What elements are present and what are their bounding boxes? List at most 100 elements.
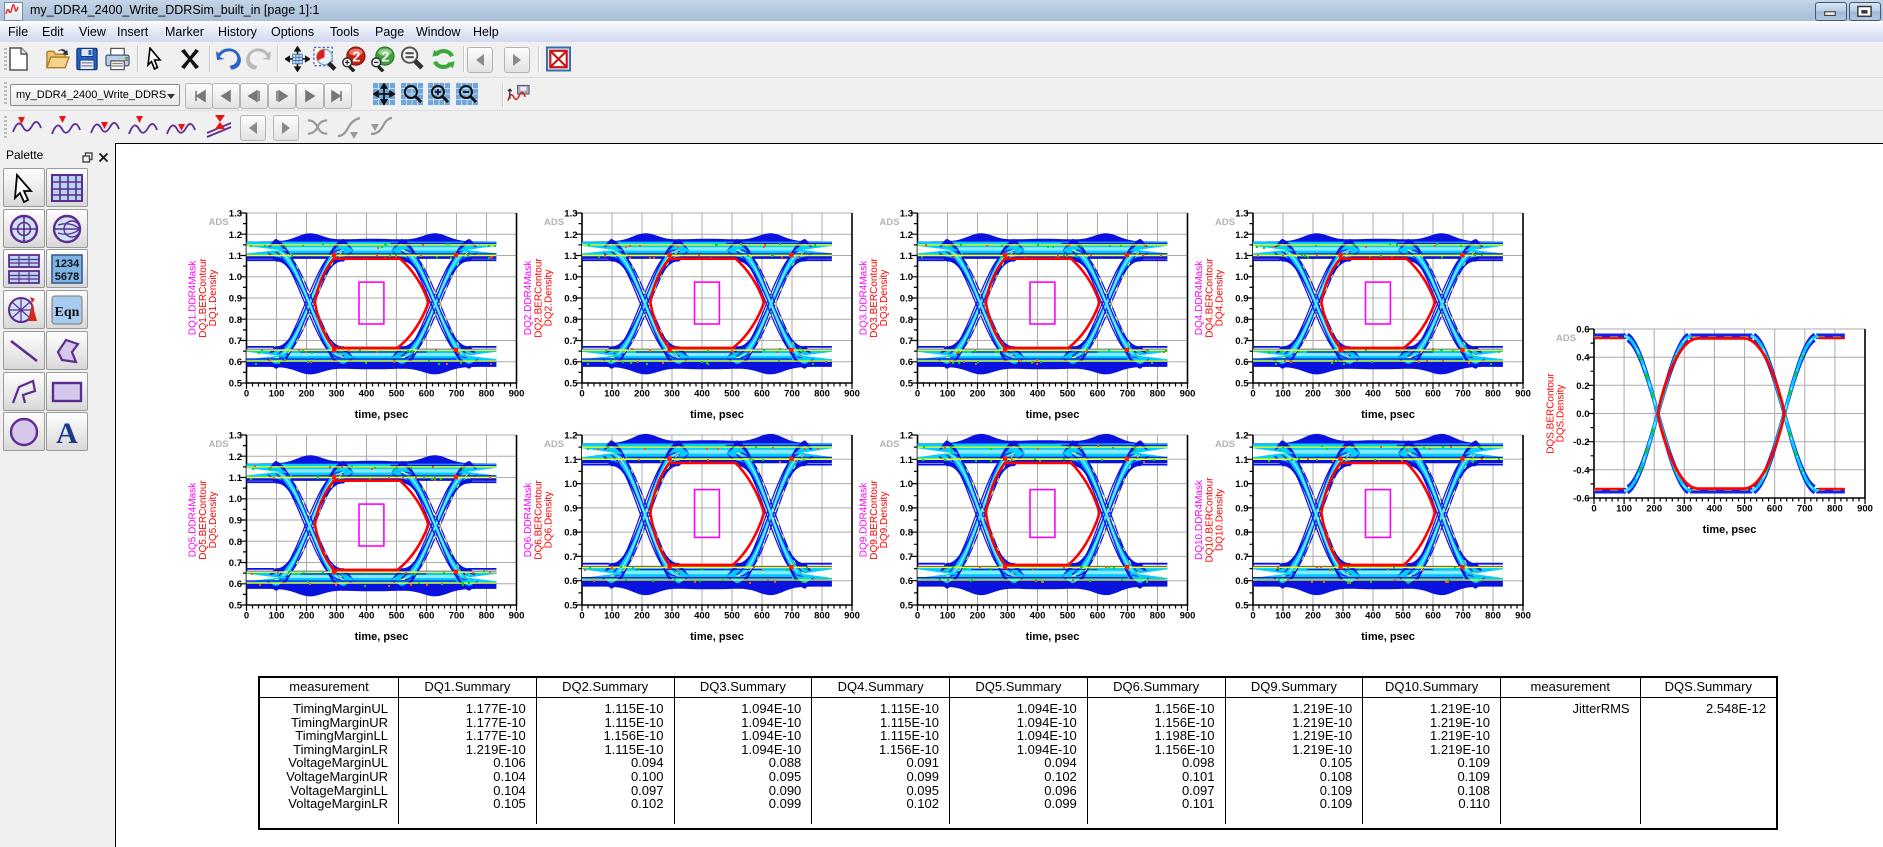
svg-text:0.4: 0.4: [1576, 353, 1590, 364]
svg-text:0.5: 0.5: [1235, 379, 1249, 390]
svg-text:700: 700: [1120, 611, 1136, 622]
svg-text:300: 300: [1335, 389, 1351, 400]
svg-text:600: 600: [1090, 389, 1106, 400]
svg-text:0.8: 0.8: [900, 528, 913, 539]
svg-text:0.9: 0.9: [900, 294, 913, 305]
svg-text:0.6: 0.6: [1235, 576, 1248, 587]
svg-text:0.7: 0.7: [1235, 336, 1248, 347]
svg-text:0.9: 0.9: [1235, 294, 1248, 305]
svg-text:DQ6.Density: DQ6.Density: [544, 492, 555, 549]
svg-text:ADS: ADS: [880, 439, 900, 450]
svg-text:1.2: 1.2: [564, 431, 577, 442]
svg-text:600: 600: [1767, 504, 1783, 515]
svg-text:800: 800: [1485, 611, 1501, 622]
svg-text:400: 400: [1365, 611, 1381, 622]
svg-text:400: 400: [694, 389, 710, 400]
svg-text:1.2: 1.2: [229, 452, 242, 463]
svg-text:200: 200: [634, 389, 650, 400]
svg-text:0.8: 0.8: [564, 528, 577, 539]
svg-text:0.8: 0.8: [1235, 315, 1248, 326]
svg-text:400: 400: [1030, 611, 1046, 622]
svg-text:900: 900: [509, 611, 525, 622]
svg-text:DQS.Density: DQS.Density: [1556, 385, 1567, 443]
svg-text:1.2: 1.2: [900, 431, 913, 442]
svg-text:0: 0: [1250, 611, 1255, 622]
svg-text:400: 400: [1030, 389, 1046, 400]
svg-text:1.1: 1.1: [229, 251, 243, 262]
svg-text:DQ5.Density: DQ5.Density: [208, 492, 219, 549]
svg-text:600: 600: [1425, 389, 1441, 400]
svg-text:-0.2: -0.2: [1573, 437, 1589, 448]
svg-text:200: 200: [970, 389, 986, 400]
svg-text:500: 500: [1060, 611, 1076, 622]
svg-text:900: 900: [1515, 389, 1531, 400]
svg-text:0.9: 0.9: [900, 503, 913, 514]
svg-text:DQ10.Density: DQ10.Density: [1215, 489, 1226, 551]
svg-text:700: 700: [784, 389, 800, 400]
svg-text:1.1: 1.1: [1235, 251, 1249, 262]
svg-text:500: 500: [724, 611, 740, 622]
svg-text:0.5: 0.5: [1235, 601, 1249, 612]
svg-text:500: 500: [1060, 389, 1076, 400]
svg-text:200: 200: [1305, 389, 1321, 400]
svg-text:400: 400: [1365, 389, 1381, 400]
svg-text:-0.4: -0.4: [1573, 465, 1590, 476]
svg-text:300: 300: [664, 611, 680, 622]
svg-text:100: 100: [1616, 504, 1632, 515]
svg-text:300: 300: [329, 611, 345, 622]
svg-text:DQ2.Density: DQ2.Density: [544, 270, 555, 327]
svg-text:0.5: 0.5: [900, 601, 914, 612]
svg-text:500: 500: [389, 389, 405, 400]
svg-text:1.0: 1.0: [564, 272, 577, 283]
svg-text:400: 400: [359, 611, 375, 622]
svg-text:900: 900: [844, 389, 860, 400]
svg-text:700: 700: [784, 611, 800, 622]
svg-text:500: 500: [389, 611, 405, 622]
svg-text:800: 800: [479, 611, 495, 622]
svg-text:0.0: 0.0: [1576, 409, 1589, 420]
svg-text:time, psec: time, psec: [1361, 409, 1415, 421]
svg-text:0.6: 0.6: [564, 576, 577, 587]
svg-text:0.8: 0.8: [229, 315, 242, 326]
svg-text:300: 300: [664, 389, 680, 400]
svg-text:200: 200: [299, 389, 315, 400]
svg-text:800: 800: [814, 611, 830, 622]
svg-text:0.2: 0.2: [1576, 381, 1589, 392]
svg-text:DQ9.Density: DQ9.Density: [879, 492, 890, 549]
svg-text:0: 0: [915, 611, 920, 622]
svg-text:0.8: 0.8: [900, 315, 913, 326]
svg-text:600: 600: [1090, 611, 1106, 622]
svg-text:700: 700: [1455, 611, 1471, 622]
svg-text:600: 600: [754, 611, 770, 622]
svg-text:1.0: 1.0: [900, 479, 913, 490]
svg-text:1.1: 1.1: [1235, 455, 1249, 466]
svg-text:600: 600: [419, 389, 435, 400]
svg-text:0.5: 0.5: [564, 601, 578, 612]
svg-text:800: 800: [1150, 389, 1166, 400]
svg-text:ADS: ADS: [544, 217, 564, 228]
svg-text:0.7: 0.7: [1235, 552, 1248, 563]
svg-text:100: 100: [1275, 611, 1291, 622]
svg-text:800: 800: [1485, 389, 1501, 400]
svg-text:ADS: ADS: [544, 439, 564, 450]
svg-text:-0.6: -0.6: [1573, 494, 1589, 505]
svg-text:1.1: 1.1: [564, 251, 578, 262]
svg-text:time, psec: time, psec: [1026, 631, 1080, 643]
svg-text:900: 900: [1515, 611, 1531, 622]
svg-text:800: 800: [814, 389, 830, 400]
svg-text:0.6: 0.6: [1235, 357, 1248, 368]
svg-text:800: 800: [479, 389, 495, 400]
svg-text:0: 0: [579, 611, 584, 622]
svg-text:1.3: 1.3: [229, 209, 242, 220]
svg-text:1.2: 1.2: [229, 230, 242, 241]
svg-text:ADS: ADS: [1215, 217, 1235, 228]
svg-text:time, psec: time, psec: [690, 409, 744, 421]
svg-text:1.0: 1.0: [229, 272, 242, 283]
svg-text:0.5: 0.5: [229, 601, 243, 612]
svg-text:100: 100: [269, 389, 285, 400]
svg-text:0.9: 0.9: [564, 294, 577, 305]
svg-text:500: 500: [724, 389, 740, 400]
svg-text:ADS: ADS: [209, 217, 229, 228]
svg-text:0: 0: [244, 611, 249, 622]
svg-text:1.3: 1.3: [564, 209, 577, 220]
